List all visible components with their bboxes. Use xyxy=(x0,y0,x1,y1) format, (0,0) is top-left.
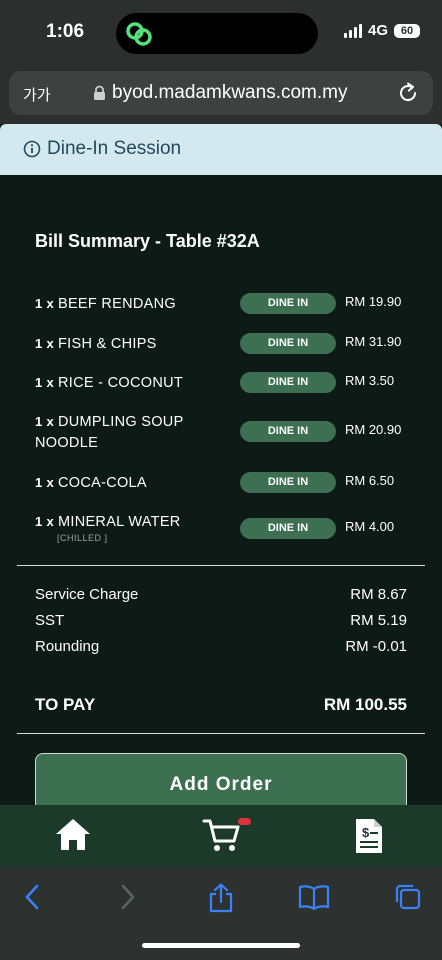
signal-icon xyxy=(343,23,362,38)
sst-label: SST xyxy=(35,612,65,629)
to-pay-row: TO PAY RM 100.55 xyxy=(35,695,407,715)
status-indicators: 4G 60 xyxy=(343,22,420,39)
item-price: RM 6.50 xyxy=(345,473,395,488)
add-order-button[interactable]: Add Order xyxy=(35,753,407,805)
item-label: COCA-COLA xyxy=(57,475,147,491)
item-qty: 1 x xyxy=(35,336,54,351)
item-price: RM 4.00 xyxy=(345,519,395,534)
item-qty: 1 x xyxy=(35,296,54,311)
item-price: RM 3.50 xyxy=(345,373,395,388)
tabs-icon[interactable] xyxy=(394,883,422,911)
item-label: DUMPLING SOUP NOODLE xyxy=(35,414,184,451)
reload-icon[interactable] xyxy=(397,82,419,104)
item-qty: 1 x xyxy=(35,514,54,529)
cart-badge xyxy=(238,818,251,825)
service-charge-row: Service Charge RM 8.67 xyxy=(35,586,407,603)
rounding-label: Rounding xyxy=(35,638,100,655)
dine-in-badge: DINE IN xyxy=(240,421,336,442)
status-time: 1:06 xyxy=(46,21,85,42)
rounding-row: Rounding RM -0.01 xyxy=(35,638,407,655)
item-name: 1 x MINERAL WATER xyxy=(35,511,235,533)
share-icon[interactable] xyxy=(208,883,234,913)
network-label: 4G xyxy=(367,22,388,39)
app-bottom-nav: $ xyxy=(0,805,442,867)
dine-in-badge: DINE IN xyxy=(240,472,336,493)
dine-in-badge: DINE IN xyxy=(240,293,336,314)
url-text[interactable]: byod.madamkwans.com.my xyxy=(112,82,347,104)
dine-in-badge: DINE IN xyxy=(240,333,336,354)
lock-icon xyxy=(94,85,105,100)
sst-row: SST RM 5.19 xyxy=(35,612,407,629)
status-bar: 1:06 4G 60 xyxy=(0,0,442,64)
page-settings-button[interactable]: 가가 xyxy=(23,84,51,105)
browser-address-area: 가가 byod.madamkwans.com.my xyxy=(0,64,442,124)
sst-value: RM 5.19 xyxy=(350,612,407,629)
cart-icon[interactable] xyxy=(202,817,252,855)
item-name: 1 x COCA-COLA xyxy=(35,472,235,494)
home-indicator xyxy=(142,943,300,948)
address-bar[interactable]: 가가 byod.madamkwans.com.my xyxy=(9,71,433,115)
item-qty: 1 x xyxy=(35,375,54,390)
to-pay-label: TO PAY xyxy=(35,695,96,714)
item-name: 1 x BEEF RENDANG xyxy=(35,293,235,315)
dine-in-badge: DINE IN xyxy=(240,518,336,539)
dynamic-island xyxy=(116,13,318,54)
bookmarks-icon[interactable] xyxy=(298,883,330,911)
banner-text: Dine-In Session xyxy=(47,138,182,159)
add-order-label: Add Order xyxy=(169,774,273,795)
item-price: RM 20.90 xyxy=(345,422,402,437)
service-charge-value: RM 8.67 xyxy=(350,586,407,603)
dine-in-badge: DINE IN xyxy=(240,372,336,393)
divider xyxy=(17,565,425,566)
battery-icon: 60 xyxy=(394,23,420,38)
item-label: FISH & CHIPS xyxy=(57,336,157,352)
bill-summary: Bill Summary - Table #32A 1 x BEEF RENDAN… xyxy=(0,175,442,805)
info-icon xyxy=(23,140,41,158)
item-label: RICE - COCONUT xyxy=(57,375,184,391)
item-price: RM 19.90 xyxy=(345,294,402,309)
bill-icon[interactable]: $ xyxy=(354,817,384,855)
item-label: MINERAL WATER xyxy=(57,514,181,530)
item-qty: 1 x xyxy=(35,414,54,429)
divider xyxy=(17,733,425,734)
item-label: BEEF RENDANG xyxy=(57,296,176,312)
page-title: Bill Summary - Table #32A xyxy=(35,231,260,251)
item-note: [CHILLED ] xyxy=(57,533,108,543)
rounding-value: RM -0.01 xyxy=(345,638,407,655)
to-pay-value: RM 100.55 xyxy=(323,695,407,714)
item-name: 1 x RICE - COCONUT xyxy=(35,372,235,394)
back-icon[interactable] xyxy=(22,883,42,911)
item-price: RM 31.90 xyxy=(345,334,402,349)
item-name: 1 x DUMPLING SOUP NOODLE xyxy=(35,411,195,454)
item-qty: 1 x xyxy=(35,475,54,490)
browser-toolbar xyxy=(0,867,442,960)
forward-icon[interactable] xyxy=(118,883,138,911)
link-icon xyxy=(126,22,152,46)
service-charge-label: Service Charge xyxy=(35,586,139,603)
item-name: 1 x FISH & CHIPS xyxy=(35,333,235,355)
svg-text:$: $ xyxy=(362,825,370,840)
home-icon[interactable] xyxy=(54,817,92,853)
session-banner: Dine-In Session xyxy=(0,124,442,175)
